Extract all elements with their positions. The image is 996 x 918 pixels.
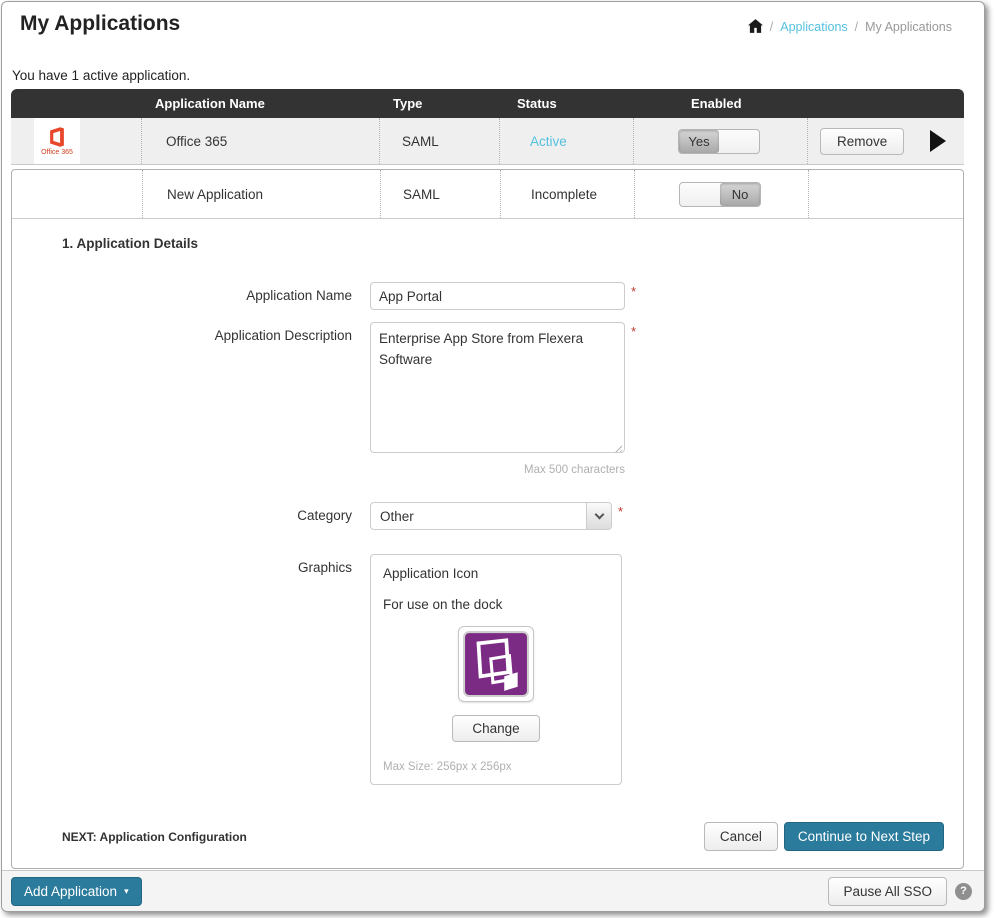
header-application-name: Application Name bbox=[141, 89, 379, 118]
graphics-label: Graphics bbox=[12, 554, 370, 785]
application-name-label: Application Name bbox=[12, 282, 370, 310]
header-icon-spacer bbox=[11, 89, 141, 118]
required-asterisk: * bbox=[631, 284, 636, 310]
status-active-label: Active bbox=[530, 134, 567, 149]
form-actions-row: NEXT: Application Configuration Cancel C… bbox=[62, 822, 944, 851]
breadcrumb-separator: / bbox=[855, 20, 858, 34]
enabled-cell: No bbox=[634, 170, 808, 218]
app-name: Office 365 bbox=[141, 118, 379, 164]
application-description-textarea[interactable]: Enterprise App Store from Flexera Softwa… bbox=[370, 322, 625, 453]
app-status: Incomplete bbox=[500, 170, 634, 218]
home-icon[interactable] bbox=[748, 19, 763, 33]
header-actions-spacer bbox=[807, 89, 964, 118]
max-characters-hint: Max 500 characters bbox=[370, 464, 625, 476]
footer-bar: Add Application ▾ Pause All SSO ? bbox=[2, 870, 984, 911]
toggle-no-segment[interactable]: No bbox=[720, 183, 760, 206]
category-selected-value: Other bbox=[371, 509, 586, 524]
graphics-row: Graphics Application Icon For use on the… bbox=[12, 554, 963, 785]
app-type: SAML bbox=[380, 170, 500, 218]
expand-arrow-icon[interactable] bbox=[930, 130, 946, 152]
toggle-off-segment[interactable] bbox=[719, 130, 759, 153]
breadcrumb-link-applications[interactable]: Applications bbox=[780, 20, 847, 34]
app-portal-icon bbox=[458, 626, 534, 702]
description-control: Enterprise App Store from Flexera Softwa… bbox=[370, 322, 625, 476]
app-type: SAML bbox=[379, 118, 499, 164]
application-description-row: Application Description Enterprise App S… bbox=[12, 322, 963, 476]
chevron-down-icon bbox=[594, 509, 604, 519]
remove-button[interactable]: Remove bbox=[820, 128, 904, 155]
category-row: Category Other * bbox=[12, 502, 963, 530]
header-status: Status bbox=[499, 89, 633, 118]
header-enabled: Enabled bbox=[633, 89, 807, 118]
app-icon-cell: Office 365 bbox=[11, 118, 141, 164]
active-application-summary: You have 1 active application. bbox=[12, 68, 190, 83]
pause-all-sso-button[interactable]: Pause All SSO bbox=[828, 877, 947, 906]
required-asterisk: * bbox=[618, 504, 623, 530]
continue-button[interactable]: Continue to Next Step bbox=[784, 822, 944, 851]
enabled-toggle-no[interactable]: No bbox=[679, 182, 761, 207]
actions-cell: Remove bbox=[807, 118, 964, 164]
actions-cell-empty bbox=[808, 170, 963, 218]
enabled-toggle-yes[interactable]: Yes bbox=[678, 129, 760, 154]
select-dropdown-button[interactable] bbox=[586, 503, 611, 529]
category-label: Category bbox=[12, 502, 370, 530]
app-icon-cell-empty bbox=[12, 170, 142, 218]
application-description-label: Application Description bbox=[12, 322, 370, 476]
application-name-row: Application Name * bbox=[12, 282, 963, 310]
help-icon[interactable]: ? bbox=[955, 883, 972, 900]
max-size-hint: Max Size: 256px x 256px bbox=[383, 761, 609, 773]
cancel-button[interactable]: Cancel bbox=[704, 822, 778, 851]
next-step-hint: NEXT: Application Configuration bbox=[62, 830, 247, 844]
new-application-panel: New Application SAML Incomplete No 1. Ap… bbox=[11, 169, 964, 869]
app-name: New Application bbox=[142, 170, 380, 218]
section-title-application-details: 1. Application Details bbox=[62, 236, 963, 251]
dock-usage-note: For use on the dock bbox=[383, 597, 609, 612]
office-365-icon bbox=[46, 126, 68, 148]
add-application-button[interactable]: Add Application ▾ bbox=[11, 877, 142, 906]
graphics-box: Application Icon For use on the dock Cha… bbox=[370, 554, 622, 785]
application-name-input[interactable] bbox=[370, 282, 625, 310]
applications-table: Application Name Type Status Enabled Off… bbox=[11, 89, 964, 165]
header-type: Type bbox=[379, 89, 499, 118]
page-title: My Applications bbox=[20, 12, 180, 36]
required-asterisk: * bbox=[631, 324, 636, 476]
breadcrumb-separator: / bbox=[770, 20, 773, 34]
toggle-yes-segment[interactable]: Yes bbox=[679, 130, 719, 153]
caret-down-icon: ▾ bbox=[124, 886, 129, 897]
table-row-new-application[interactable]: New Application SAML Incomplete No bbox=[12, 170, 963, 219]
toggle-off-segment[interactable] bbox=[680, 183, 720, 206]
enabled-cell: Yes bbox=[633, 118, 807, 164]
category-select[interactable]: Other bbox=[370, 502, 612, 530]
change-icon-button[interactable]: Change bbox=[452, 715, 539, 742]
office-365-logo: Office 365 bbox=[34, 118, 80, 164]
breadcrumb: / Applications / My Applications bbox=[748, 20, 952, 34]
breadcrumb-current: My Applications bbox=[865, 20, 952, 34]
application-icon-title: Application Icon bbox=[383, 566, 609, 581]
office-365-caption: Office 365 bbox=[41, 149, 73, 156]
page: My Applications / Applications / My Appl… bbox=[1, 1, 985, 912]
app-status: Active bbox=[499, 118, 633, 164]
table-row-office-365[interactable]: Office 365 Office 365 SAML Active Yes Re… bbox=[11, 118, 964, 165]
add-application-label: Add Application bbox=[24, 884, 117, 899]
table-header-row: Application Name Type Status Enabled bbox=[11, 89, 964, 118]
